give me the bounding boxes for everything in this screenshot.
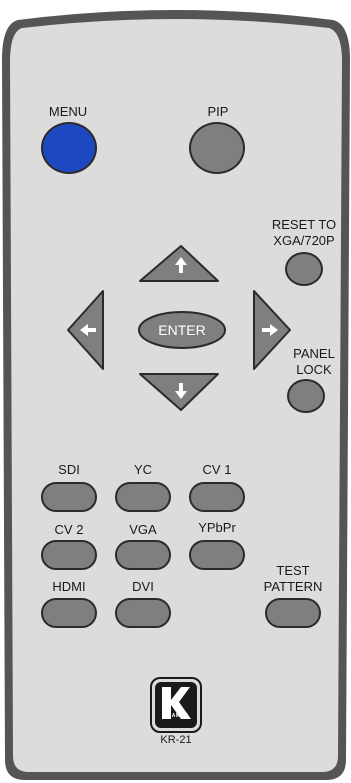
ypbpr-label: YPbPr <box>198 520 236 535</box>
model-label: KR-21 <box>160 734 192 746</box>
cv1-button[interactable] <box>189 482 245 512</box>
dvi-button[interactable] <box>115 598 171 628</box>
kramer-k-logo-icon <box>150 677 202 733</box>
dvi-label: DVI <box>132 579 154 594</box>
panel-lock-button[interactable] <box>287 379 325 413</box>
ypbpr-button[interactable] <box>189 540 245 570</box>
panel-lock-label-line2: LOCK <box>296 362 332 377</box>
yc-button[interactable] <box>115 482 171 512</box>
test-pattern-label-line1: TEST <box>276 563 310 578</box>
test-pattern-button[interactable] <box>265 598 321 628</box>
hdmi-button[interactable] <box>41 598 97 628</box>
test-pattern-label-line2: PATTERN <box>263 579 323 594</box>
brand-name: KRAMER <box>163 713 189 719</box>
vga-button[interactable] <box>115 540 171 570</box>
cv2-button[interactable] <box>41 540 97 570</box>
enter-label: ENTER <box>158 322 206 338</box>
cv1-label: CV 1 <box>202 462 232 477</box>
sdi-button[interactable] <box>41 482 97 512</box>
panel-lock-label-line1: PANEL <box>293 346 335 361</box>
